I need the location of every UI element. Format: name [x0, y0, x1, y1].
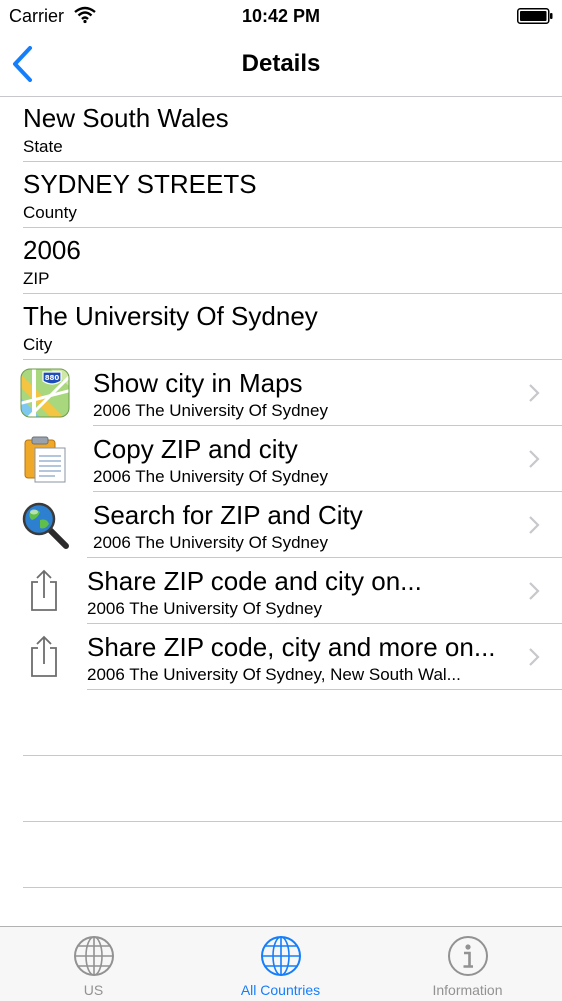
- tab-label: US: [83, 982, 104, 998]
- row-separator: [23, 161, 562, 162]
- search-zip-city-row[interactable]: Search for ZIP and City 2006 The Univers…: [0, 492, 562, 558]
- action-title: Show city in Maps: [93, 368, 303, 398]
- action-subtitle: 2006 The University Of Sydney: [93, 467, 328, 486]
- tab-label: All Countries: [240, 982, 321, 998]
- share-zip-city-row[interactable]: Share ZIP code and city on... 2006 The U…: [0, 558, 562, 624]
- empty-row-separator: [23, 887, 562, 888]
- chevron-right-icon: [529, 582, 540, 600]
- maps-icon: 880: [20, 368, 70, 418]
- empty-row-separator: [23, 821, 562, 822]
- globe-icon: [74, 936, 114, 976]
- globe-search-icon: [22, 502, 69, 549]
- action-title: Share ZIP code and city on...: [87, 566, 422, 596]
- map-badge-text: 880: [45, 374, 60, 382]
- action-subtitle: 2006 The University Of Sydney: [93, 401, 328, 420]
- chevron-right-icon: [529, 450, 540, 468]
- action-title: Copy ZIP and city: [93, 434, 298, 464]
- row-separator: [23, 293, 562, 294]
- navigation-bar: Details: [0, 32, 562, 97]
- detail-value: 2006: [23, 235, 81, 265]
- detail-row-state: New South Wales State: [0, 97, 562, 163]
- tab-us[interactable]: US: [0, 927, 187, 1001]
- page-title: Details: [241, 50, 321, 77]
- detail-row-city: The University Of Sydney City: [0, 295, 562, 361]
- action-subtitle: 2006 The University Of Sydney: [93, 533, 328, 552]
- tab-information[interactable]: Information: [374, 927, 561, 1001]
- action-subtitle: 2006 The University Of Sydney, New South…: [87, 665, 461, 684]
- action-title: Share ZIP code, city and more on...: [87, 632, 496, 662]
- action-subtitle: 2006 The University Of Sydney: [87, 599, 322, 618]
- info-icon: [448, 936, 488, 976]
- battery-icon: [517, 8, 553, 24]
- row-separator: [87, 689, 562, 690]
- globe-icon: [261, 936, 301, 976]
- empty-row-separator: [23, 755, 562, 756]
- row-separator: [23, 227, 562, 228]
- tab-bar: US All Countries Information: [0, 926, 562, 1001]
- clipboard-icon: [24, 436, 66, 483]
- share-icon: [31, 569, 57, 611]
- detail-label: City: [23, 335, 53, 354]
- detail-value: SYDNEY STREETS: [23, 169, 257, 199]
- detail-label: State: [23, 137, 63, 156]
- detail-row-zip: 2006 ZIP: [0, 229, 562, 295]
- detail-value: The University Of Sydney: [23, 301, 318, 331]
- detail-label: ZIP: [23, 269, 50, 288]
- chevron-right-icon: [529, 648, 540, 666]
- detail-label: County: [23, 203, 77, 222]
- tab-label: Information: [432, 982, 503, 998]
- detail-row-county: SYDNEY STREETS County: [0, 163, 562, 229]
- share-zip-city-more-row[interactable]: Share ZIP code, city and more on... 2006…: [0, 624, 562, 690]
- detail-value: New South Wales: [23, 103, 229, 133]
- show-in-maps-row[interactable]: 880 Show city in Maps 2006 The Universit…: [0, 360, 562, 426]
- share-icon: [31, 635, 57, 677]
- chevron-right-icon: [529, 516, 540, 534]
- action-title: Search for ZIP and City: [93, 500, 363, 530]
- chevron-right-icon: [529, 384, 540, 402]
- status-bar: Carrier 10:42 PM: [0, 0, 562, 32]
- clock: 10:42 PM: [241, 6, 321, 26]
- copy-zip-city-row[interactable]: Copy ZIP and city 2006 The University Of…: [0, 426, 562, 492]
- tab-all-countries[interactable]: All Countries: [187, 927, 374, 1001]
